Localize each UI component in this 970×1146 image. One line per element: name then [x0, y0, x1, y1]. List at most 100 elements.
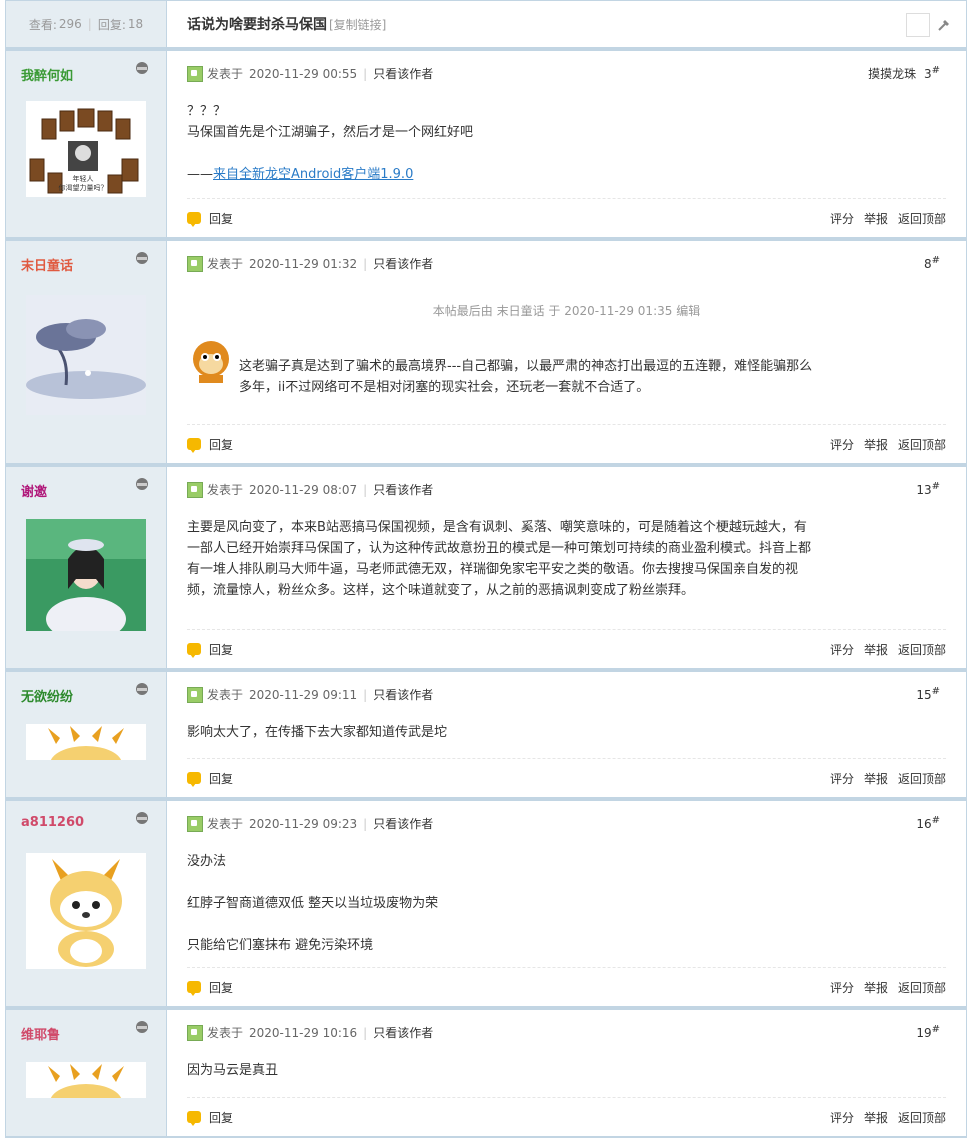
post-main: 发表于 2020-11-29 00:55 | 只看该作者 摸摸龙珠 3# ？？？… [167, 51, 966, 237]
floor-number: 摸摸龙珠 3# [868, 65, 940, 81]
user-icon [136, 1021, 148, 1033]
reply-button[interactable]: 回复 [187, 1109, 233, 1126]
report-button[interactable]: 举报 [864, 770, 888, 787]
report-button[interactable]: 举报 [864, 641, 888, 658]
reply-button[interactable]: 回复 [187, 436, 233, 453]
report-button[interactable]: 举报 [864, 1109, 888, 1126]
rate-button[interactable]: 评分 [830, 210, 854, 227]
post-meta: 发表于 2020-11-29 01:32 | 只看该作者 [187, 255, 433, 272]
checkbox-box[interactable] [906, 13, 930, 37]
only-author-link[interactable]: 只看该作者 [373, 1024, 433, 1041]
rate-button[interactable]: 评分 [830, 436, 854, 453]
only-author-link[interactable]: 只看该作者 [373, 481, 433, 498]
post-content: 没办法 红脖子智商道德双低 整天以当垃圾废物为荣 只能给它们塞抹布 避免污染环境 [187, 851, 816, 956]
report-button[interactable]: 举报 [864, 979, 888, 996]
post: 谢邀 发表于 2020-11-29 08:07 | 只看该作者 13# 主要是风… [6, 467, 966, 672]
back-to-top-button[interactable]: 返回顶部 [898, 436, 946, 453]
post-main: 发表于 2020-11-29 09:11 | 只看该作者 15# 影响太大了，在… [167, 672, 966, 797]
avatar-caption-1: 年轻人 [73, 174, 94, 183]
post-main: 发表于 2020-11-29 08:07 | 只看该作者 13# 主要是风向变了… [167, 467, 966, 668]
post-footer: 回复 评分 举报 返回顶部 [187, 1097, 946, 1136]
back-to-top-button[interactable]: 返回顶部 [898, 210, 946, 227]
content-line: 主要是风向变了，本来B站恶搞马保国视频，是含有讽刺、奚落、嘲笑意味的，可是随着这… [187, 520, 812, 598]
rate-button[interactable]: 评分 [830, 641, 854, 658]
only-author-link[interactable]: 只看该作者 [373, 255, 433, 272]
post-main: 发表于 2020-11-29 09:23 | 只看该作者 16# 没办法 红脖子… [167, 801, 966, 1006]
post-content: 这老骗子真是达到了骗术的最高境界---自己都骗，以最严肃的神态打出最逗的五连鞭，… [187, 335, 816, 398]
reply-button[interactable]: 回复 [187, 770, 233, 787]
report-button[interactable]: 举报 [864, 436, 888, 453]
author-panel: a811260 [6, 801, 167, 1006]
back-to-top-button[interactable]: 返回顶部 [898, 1109, 946, 1126]
username[interactable]: 末日童话 [21, 255, 73, 274]
avatar[interactable]: 年轻人 你渴望力量吗？ [26, 101, 146, 197]
reply-button[interactable]: 回复 [187, 210, 233, 227]
reply-icon [187, 438, 201, 453]
content-line: 马保国首先是个江湖骗子，然后才是一个网红好吧 [187, 125, 474, 140]
author-panel: 我醉何如 年轻人 你渴望力量吗？ [6, 51, 167, 237]
post-footer: 回复 评分 举报 返回顶部 [187, 424, 946, 463]
post-meta: 发表于 2020-11-29 10:16 | 只看该作者 [187, 1024, 433, 1041]
only-author-link[interactable]: 只看该作者 [373, 686, 433, 703]
rate-button[interactable]: 评分 [830, 979, 854, 996]
reply-icon [187, 981, 201, 996]
edit-note: 本帖最后由 末日童话 于 2020-11-29 01:35 编辑 [432, 304, 701, 318]
thread-stats: 查看: 296 | 回复: 18 [6, 1, 167, 47]
avatar[interactable] [26, 1062, 146, 1098]
post-time: 2020-11-29 09:11 [249, 687, 358, 702]
post-meta: 发表于 2020-11-29 08:07 | 只看该作者 [187, 481, 433, 498]
content-line: 这老骗子真是达到了骗术的最高境界---自己都骗，以最严肃的神态打出最逗的五连鞭，… [239, 359, 813, 395]
thread-header: 查看: 296 | 回复: 18 话说为啥要封杀马保国 [复制链接] [6, 0, 966, 51]
username[interactable]: 无欲纷纷 [21, 686, 73, 705]
post: 无欲纷纷 发表于 2020-11-29 09:11 | 只看该作者 15# 影响… [6, 672, 966, 801]
rate-button[interactable]: 评分 [830, 1109, 854, 1126]
username[interactable]: 我醉何如 [21, 65, 73, 84]
back-to-top-button[interactable]: 返回顶部 [898, 770, 946, 787]
reply-icon [187, 212, 201, 227]
copy-link[interactable]: [复制链接] [329, 16, 386, 33]
avatar-caption-2: 你渴望力量吗？ [59, 183, 108, 192]
thread-title: 话说为啥要封杀马保国 [187, 17, 327, 33]
reply-button[interactable]: 回复 [187, 979, 233, 996]
user-icon [136, 252, 148, 264]
post-icon [187, 255, 203, 272]
avatar[interactable] [26, 519, 146, 631]
source-line: ——来自全新龙空Android客户端1.9.0 [187, 167, 414, 182]
post-main: 发表于 2020-11-29 01:32 | 只看该作者 8# 本帖最后由 末日… [167, 241, 966, 463]
content-line: 因为马云是真丑 [187, 1063, 279, 1078]
post-time: 2020-11-29 00:55 [249, 66, 358, 81]
avatar[interactable] [26, 853, 146, 969]
floor-number: 19# [916, 1024, 940, 1040]
post-icon [187, 65, 203, 82]
user-icon [136, 683, 148, 695]
post-content: 因为马云是真丑 [187, 1060, 816, 1081]
source-link[interactable]: 来自全新龙空Android客户端1.9.0 [213, 167, 413, 182]
username[interactable]: 谢邀 [21, 481, 47, 500]
only-author-link[interactable]: 只看该作者 [373, 815, 433, 832]
replies-count: 18 [127, 17, 144, 31]
post-time: 2020-11-29 01:32 [249, 256, 358, 271]
author-panel: 无欲纷纷 [6, 672, 167, 797]
only-author-link[interactable]: 只看该作者 [373, 65, 433, 82]
post-time: 2020-11-29 09:23 [249, 816, 358, 831]
post-time: 2020-11-29 08:07 [249, 482, 358, 497]
username[interactable]: 维耶鲁 [21, 1024, 60, 1043]
back-to-top-button[interactable]: 返回顶部 [898, 979, 946, 996]
back-to-top-button[interactable]: 返回顶部 [898, 641, 946, 658]
floor-label: 摸摸龙珠 [868, 67, 917, 81]
post-meta: 发表于 2020-11-29 09:23 | 只看该作者 [187, 815, 433, 832]
avatar[interactable] [26, 295, 146, 415]
rate-button[interactable]: 评分 [830, 770, 854, 787]
posted-prefix: 发表于 [207, 67, 244, 81]
report-button[interactable]: 举报 [864, 210, 888, 227]
floor-number: 15# [916, 686, 940, 702]
post-content: 主要是风向变了，本来B站恶搞马保国视频，是含有讽刺、奚落、嘲笑意味的，可是随着这… [187, 517, 816, 601]
floor-number: 13# [916, 481, 940, 497]
reply-button[interactable]: 回复 [187, 641, 233, 658]
avatar[interactable] [26, 724, 146, 760]
post-icon [187, 1024, 203, 1041]
tools-icon[interactable] [936, 17, 952, 33]
post-footer: 回复 评分 举报 返回顶部 [187, 758, 946, 797]
post-meta: 发表于 2020-11-29 00:55 | 只看该作者 [187, 65, 433, 82]
username[interactable]: a811260 [21, 815, 84, 830]
